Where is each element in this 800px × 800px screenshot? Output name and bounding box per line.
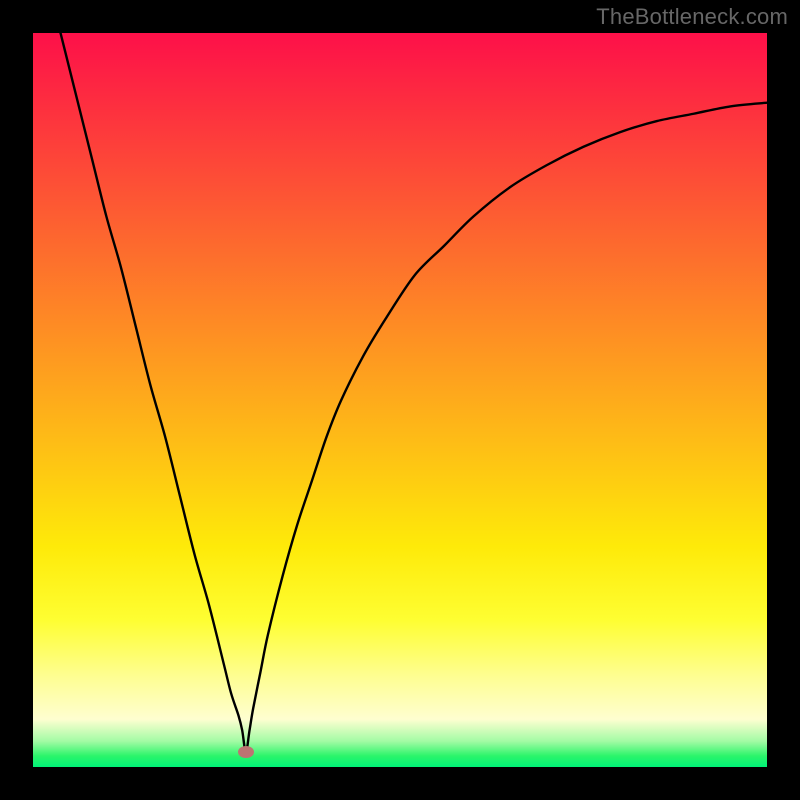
plot-area <box>33 33 767 767</box>
chart-frame: TheBottleneck.com <box>0 0 800 800</box>
bottleneck-curve <box>33 33 767 767</box>
watermark-text: TheBottleneck.com <box>596 4 788 30</box>
minimum-point-marker <box>238 746 254 758</box>
